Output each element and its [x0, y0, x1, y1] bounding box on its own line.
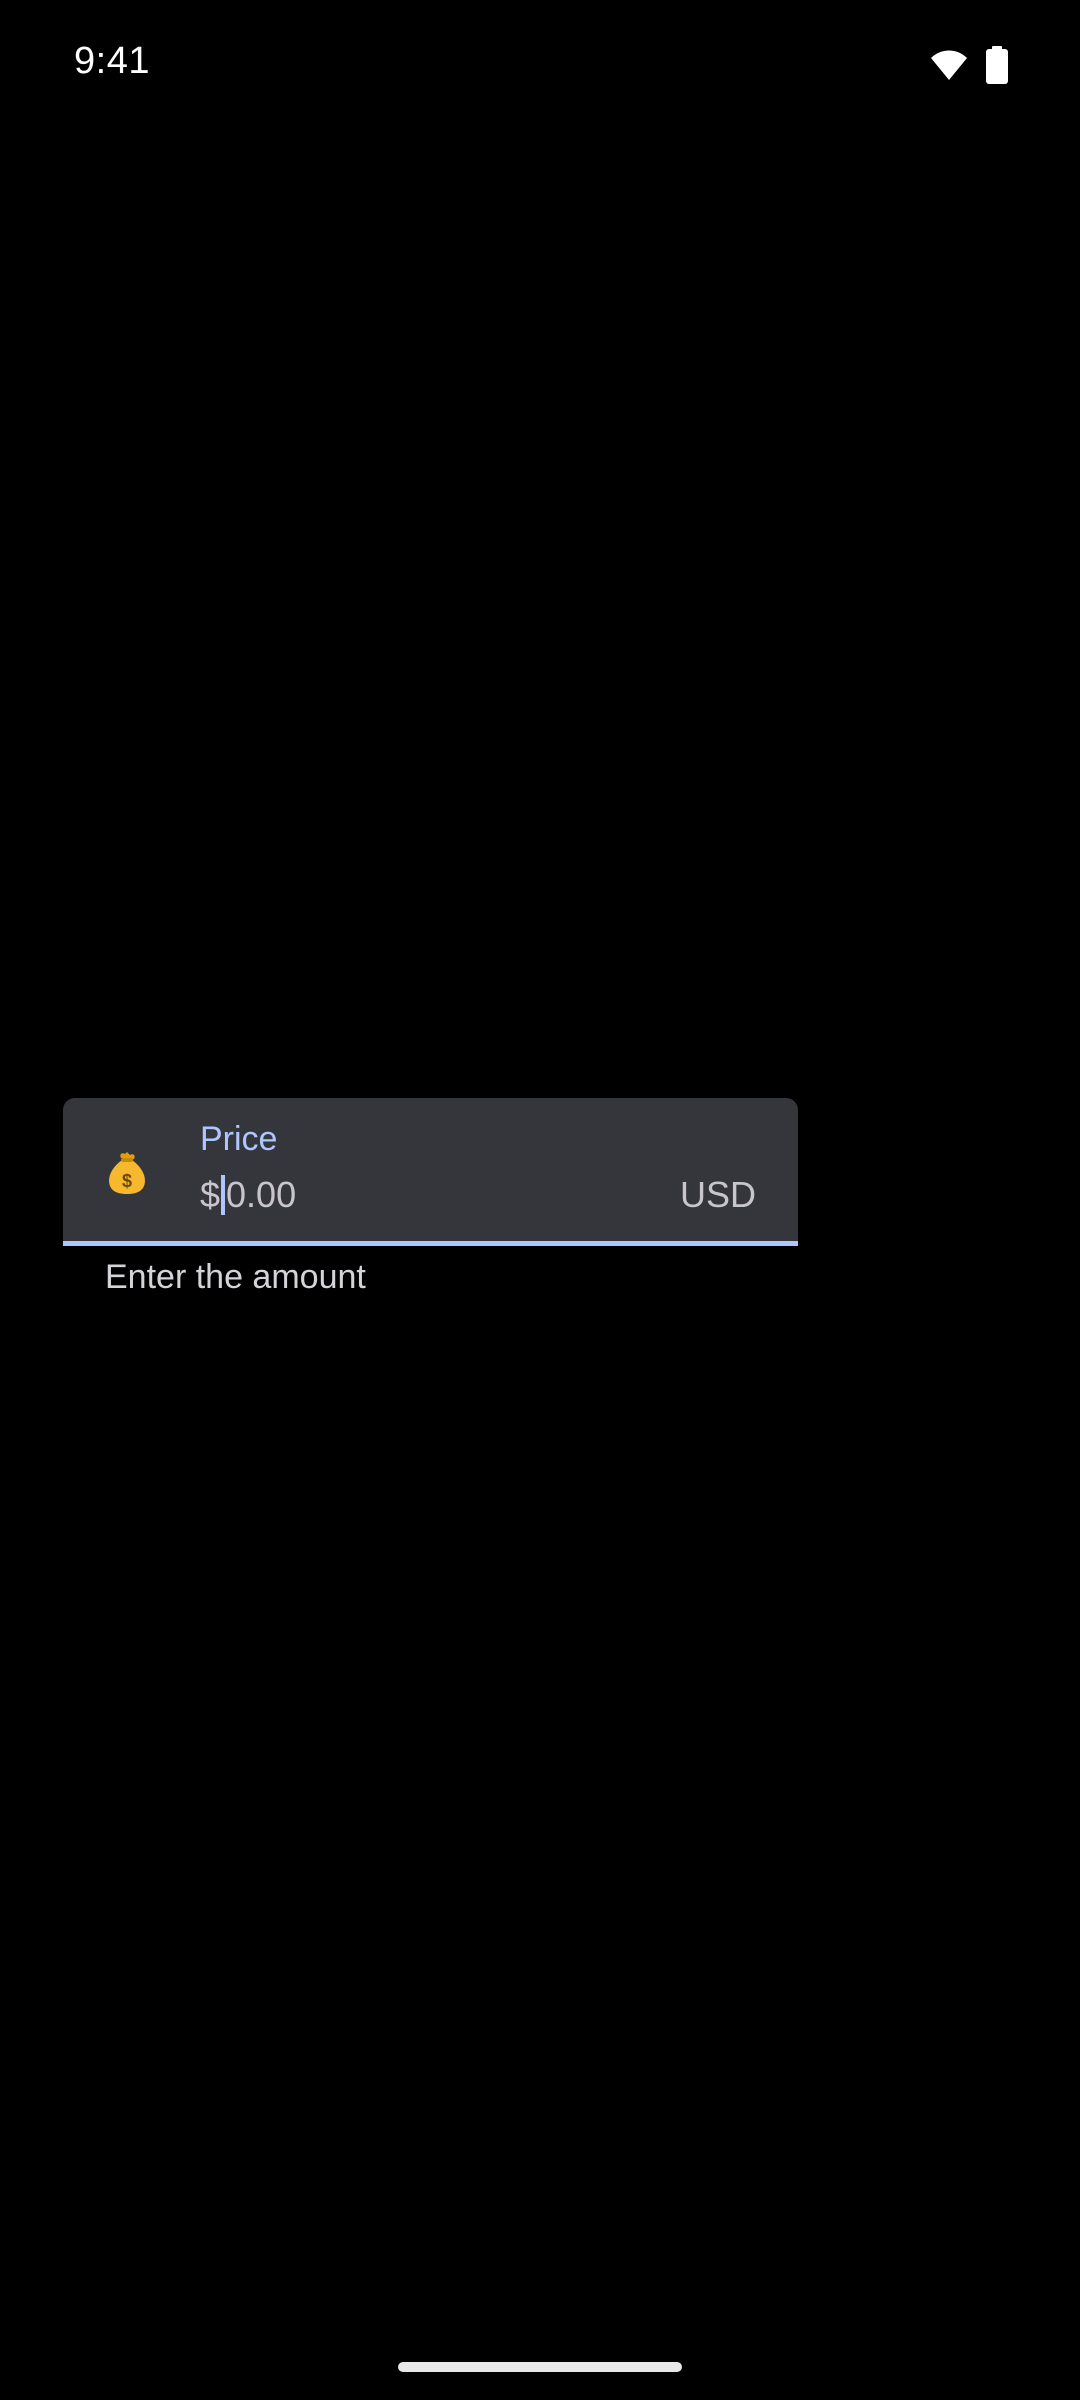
svg-text:$: $ [122, 1171, 132, 1191]
price-text-field[interactable]: $ Price $ USD [63, 1098, 798, 1246]
text-cursor [221, 1175, 226, 1215]
currency-prefix: $ [200, 1174, 221, 1215]
status-icons [930, 46, 1008, 84]
home-indicator[interactable] [398, 2362, 682, 2372]
price-input[interactable] [226, 1174, 672, 1216]
price-label: Price [200, 1120, 278, 1158]
currency-suffix: USD [679, 1174, 756, 1215]
battery-icon [986, 46, 1008, 84]
wifi-icon [930, 49, 968, 81]
active-indicator-line [63, 1241, 798, 1246]
status-bar: 9:41 [0, 0, 1080, 130]
status-time: 9:41 [74, 40, 150, 82]
supporting-text: Enter the amount [105, 1258, 366, 1296]
money-bag-icon: $ [103, 1148, 151, 1196]
input-row[interactable]: $ USD [200, 1170, 756, 1220]
